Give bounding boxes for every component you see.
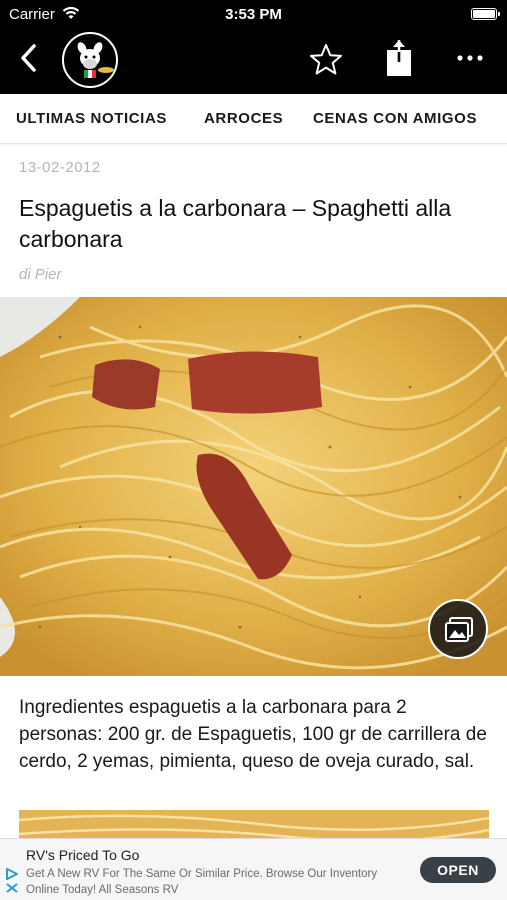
tab-ultimas-noticias[interactable]: ULTIMAS NOTICIAS [16,110,167,127]
article-body: Ingredientes espaguetis a la carbonara p… [19,697,487,772]
category-tabs: ULTIMAS NOTICIAS ARROCES CENAS CON AMIGO… [0,94,507,144]
back-chevron-icon[interactable] [12,40,48,76]
tab-arroces[interactable]: ARROCES [204,110,283,127]
tab-cenas-con-amigos[interactable]: CENAS CON AMIGOS [313,110,477,127]
ad-banner[interactable]: RV's Priced To Go Get A New RV For The S… [0,838,507,900]
more-icon[interactable] [452,50,488,66]
article-date: 13-02-2012 [19,159,101,176]
ad-open-button[interactable]: OPEN [420,857,496,883]
article-author: di Pier [19,266,62,283]
status-bar: Carrier 3:53 PM [0,0,507,28]
article-second-image[interactable] [19,810,489,840]
top-bar: Carrier 3:53 PM [0,0,507,94]
article-title: Espaguetis a la carbonara – Spaghetti al… [19,195,452,252]
ad-choices-icon[interactable] [4,863,20,893]
ad-title: RV's Priced To Go [26,847,140,863]
share-icon[interactable] [382,38,416,78]
chef-logo[interactable] [60,30,120,90]
ad-description: Get A New RV For The Same Or Similar Pri… [26,868,378,896]
status-time: 3:53 PM [225,6,282,23]
battery-icon [471,8,500,20]
star-icon[interactable] [308,42,344,78]
nav-bar [0,28,507,94]
gallery-button[interactable] [428,599,488,659]
